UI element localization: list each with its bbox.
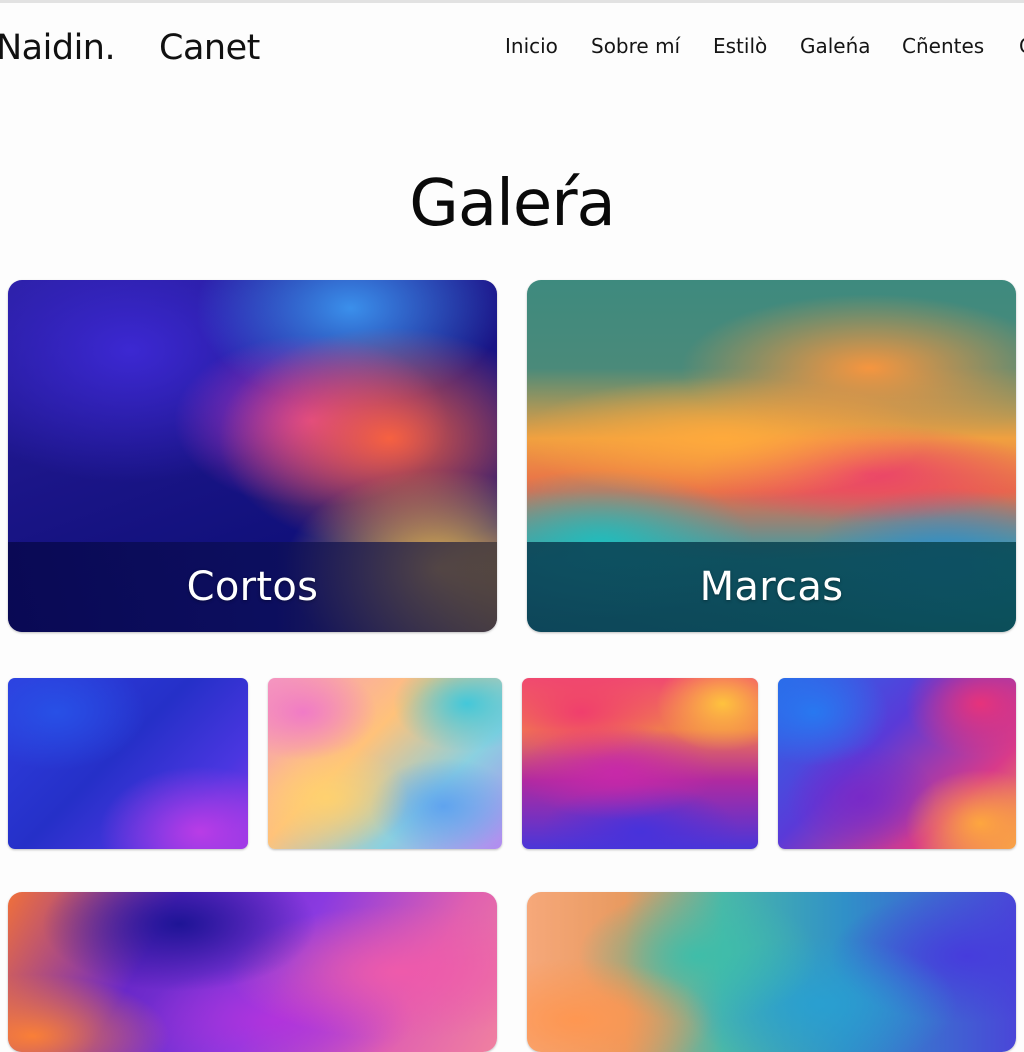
gradient-artwork (268, 678, 502, 849)
gallery-thumbnail[interactable] (778, 678, 1016, 849)
gallery-thumbnail[interactable] (268, 678, 502, 849)
card-label-cortos: Cortos (186, 564, 319, 610)
gradient-artwork (527, 892, 1016, 1052)
site-header: Naidin. Canet Inicio Sobre mí Estilò Gal… (0, 0, 1024, 96)
gallery-thumbnail[interactable] (8, 678, 248, 849)
gallery-thumbnail[interactable] (527, 892, 1016, 1052)
card-label-marcas: Marcas (699, 564, 844, 610)
gradient-artwork (8, 678, 248, 849)
nav-item-estilo[interactable]: Estilò (713, 32, 767, 60)
nav-item-inicio[interactable]: Inicio (505, 32, 558, 60)
gallery-card-marcas[interactable]: Marcas (527, 280, 1016, 632)
card-caption: Marcas (527, 542, 1016, 632)
gradient-artwork (778, 678, 1016, 849)
nav-item-contacto[interactable]: C (1019, 32, 1024, 60)
brand-name-first[interactable]: Naidin. (0, 27, 116, 69)
nav-item-clientes[interactable]: Cñentes (902, 32, 984, 60)
brand-name-second[interactable]: Canet (159, 27, 260, 69)
gradient-artwork (8, 892, 497, 1052)
nav-item-sobre-mi[interactable]: Sobre mí (591, 32, 680, 60)
nav-item-galeria[interactable]: Galeńa (800, 32, 871, 60)
page-title: Galeŕa (409, 167, 616, 241)
gradient-artwork (522, 678, 758, 849)
gallery-thumbnail[interactable] (8, 892, 497, 1052)
gallery-card-cortos[interactable]: Cortos (8, 280, 497, 632)
gallery-thumbnail[interactable] (522, 678, 758, 849)
card-caption: Cortos (8, 542, 497, 632)
